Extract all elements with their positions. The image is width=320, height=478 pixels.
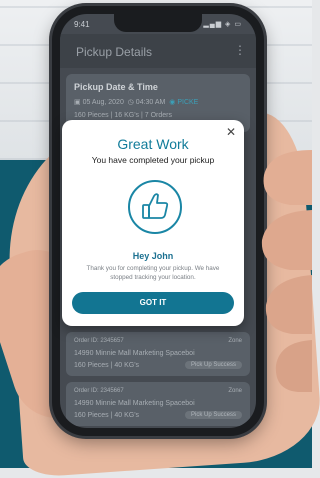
status-badge: Pick Up Success (184, 361, 242, 369)
order-weight: 40 KG's (114, 412, 140, 419)
modal-body-text: Thank you for completing your pickup. We… (86, 265, 220, 281)
pickup-date: 05 Aug, 2020 (82, 99, 124, 106)
calendar-icon: ▣ (74, 99, 81, 106)
order-stats: 160 Pieces | 40 KG's (74, 412, 140, 419)
list-item[interactable]: Order ID: 2345657 Zone 14990 Minnie Mall… (66, 332, 250, 376)
order-pieces: 160 Pieces (74, 362, 109, 369)
pickup-orders: 7 Orders (144, 112, 172, 119)
status-time: 9:41 (74, 20, 90, 29)
clock-icon: ◷ (127, 99, 134, 106)
list-item[interactable]: Order ID: 2345667 Zone 14990 Minnie Mall… (66, 382, 250, 426)
pickup-status: PICKE (177, 99, 199, 106)
thumbs-up-icon (128, 180, 182, 234)
order-stats: 160 Pieces | 40 KG's (74, 362, 140, 369)
got-it-button[interactable]: GOT IT (72, 292, 234, 314)
more-vertical-icon[interactable]: ⋮ (234, 43, 246, 57)
order-address: 14990 Minnie Mall Marketing Spaceboi (74, 400, 195, 407)
pickup-time: 04:30 AM (135, 99, 166, 106)
status-icons: ▂▄▆ ◈ ▭ (203, 21, 242, 28)
order-id: Order ID: 2345667 (74, 388, 124, 394)
order-weight: 40 KG's (114, 362, 140, 369)
greeting: Hey John (132, 251, 174, 261)
order-pieces: 160 Pieces (74, 412, 109, 419)
status-badge: Pick Up Success (184, 411, 242, 419)
phone-notch (114, 14, 202, 32)
order-tag: Zone (228, 338, 242, 344)
modal-title: Great Work (117, 136, 189, 152)
app-bar: Pickup Details ⋮ (60, 34, 256, 68)
pickup-datetime-row: ▣ 05 Aug, 2020 ◷ 04:30 AM ◉ PICKE (74, 98, 198, 106)
status-dot-icon: ◉ (169, 99, 176, 106)
order-address: 14990 Minnie Mall Marketing Spaceboi (74, 350, 195, 357)
page-title: Pickup Details (76, 45, 153, 59)
pickup-stats-row: 160 Pieces | 16 KG's | 7 Orders (74, 112, 172, 119)
order-id: Order ID: 2345657 (74, 338, 124, 344)
pickup-weight: 16 KG's (114, 112, 140, 119)
modal-subtitle: You have completed your pickup (91, 155, 215, 165)
pickup-pieces: 160 Pieces (74, 112, 109, 119)
success-modal: ✕ Great Work You have completed your pic… (62, 120, 244, 326)
order-tag: Zone (228, 388, 242, 394)
pickup-heading: Pickup Date & Time (74, 82, 158, 92)
